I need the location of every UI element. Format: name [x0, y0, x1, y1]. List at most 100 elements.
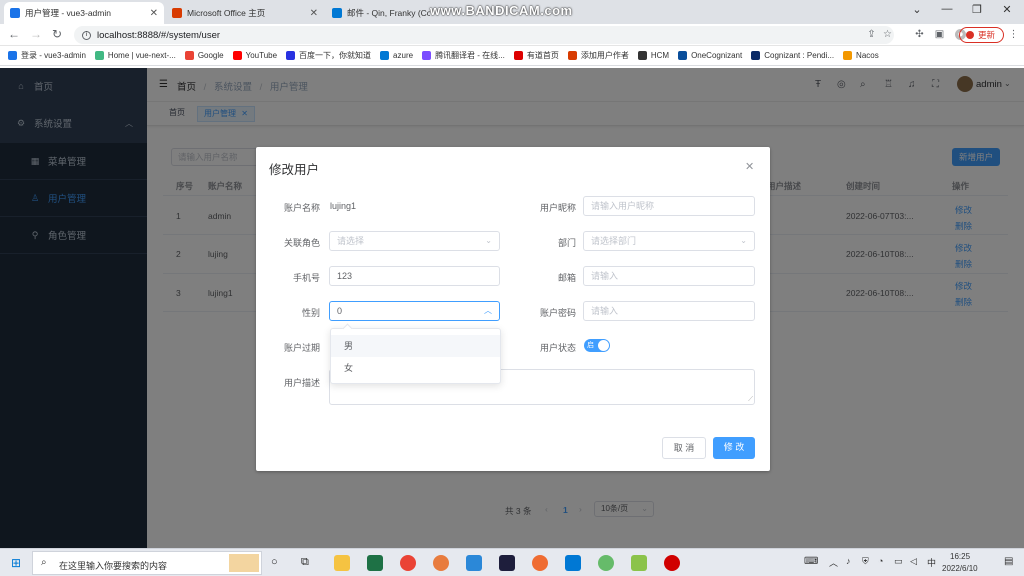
submit-button[interactable]: 修 改 [713, 437, 755, 459]
share-icon[interactable]: ⇪ [866, 29, 877, 40]
security-icon[interactable]: ⛨ [862, 556, 869, 567]
bookmark-star-icon[interactable]: ☆ [882, 29, 893, 40]
minimize-icon[interactable]: — [932, 3, 962, 15]
status-toggle[interactable]: 启 [584, 339, 610, 352]
tab-favicon-icon [172, 8, 182, 18]
update-button[interactable]: 更新 [958, 27, 1004, 43]
chrome-icon[interactable] [400, 555, 416, 571]
cancel-button[interactable]: 取 消 [662, 437, 706, 459]
password-label: 账户密码 [539, 308, 576, 318]
bookmark-favicon-icon [843, 51, 853, 60]
bookmark-item[interactable]: YouTube [232, 51, 278, 60]
microphone-icon[interactable]: ♪ [846, 556, 851, 566]
bookmark-label: YouTube [245, 51, 278, 60]
browser-tab-active[interactable]: 用户管理 - vue3-admin ✕ [4, 2, 164, 24]
vscode-icon[interactable] [565, 555, 581, 571]
search-highlight-image [229, 554, 259, 572]
search-icon: ⌕ [41, 557, 47, 568]
keyboard-icon[interactable]: ⌨ [804, 556, 818, 567]
bookmark-item[interactable]: Google [184, 51, 224, 60]
bookmark-item[interactable]: Nacos [843, 51, 879, 60]
bookmark-item[interactable]: 百度一下，你就知道 [286, 50, 371, 61]
battery-icon[interactable]: ▭ [894, 556, 903, 567]
phone-label: 手机号 [292, 273, 320, 283]
gender-label: 性别 [301, 308, 320, 318]
bookmark-item[interactable]: Cognizant : Pendi... [751, 51, 834, 60]
url-field[interactable]: i localhost:8888/#/system/user [74, 26, 894, 44]
record-icon[interactable] [664, 555, 680, 571]
phone-field[interactable]: 123 [329, 266, 500, 286]
bookmark-item[interactable]: HCM [637, 51, 669, 60]
extensions-icon[interactable]: ✣ [914, 29, 925, 40]
dialog-title: 修改用户 [269, 163, 320, 177]
app-icon[interactable] [631, 555, 647, 571]
resize-handle-icon[interactable]: ⟋ [748, 396, 753, 404]
volume-icon[interactable]: ◁ [910, 556, 917, 567]
gender-option-male[interactable]: 男 [331, 335, 500, 357]
bookmark-label: Nacos [856, 51, 879, 60]
nickname-label: 用户昵称 [539, 203, 576, 213]
option-label: 女 [344, 363, 354, 373]
expire-label: 账户过期 [283, 343, 320, 353]
reload-icon[interactable]: ↻ [52, 27, 62, 41]
bookmark-item[interactable]: OneCognizant [678, 51, 742, 60]
app-icon[interactable] [598, 555, 614, 571]
postman-icon[interactable] [532, 555, 548, 571]
close-icon[interactable]: ✕ [310, 8, 318, 19]
close-icon[interactable]: ✕ [150, 8, 158, 19]
url-text: localhost:8888/#/system/user [97, 29, 221, 41]
notification-icon[interactable]: ▤ [1004, 556, 1013, 567]
toggle-knob [598, 340, 609, 351]
dept-placeholder: 请选择部门 [591, 236, 637, 246]
phone-value: 123 [337, 271, 353, 281]
ime-icon[interactable]: 中 [927, 556, 936, 569]
app-icon[interactable] [433, 555, 449, 571]
bookmark-item[interactable]: 添加用户作者 [567, 50, 629, 61]
app-icon[interactable] [466, 555, 482, 571]
recording-watermark: www.BANDICAM.com [430, 3, 573, 18]
browser-tab[interactable]: 邮件 - Qin, Franky (Co [326, 2, 436, 24]
cortana-icon[interactable]: ○ [271, 556, 278, 568]
taskbar-search-input[interactable]: ⌕ 在这里输入你要搜索的内容 [32, 551, 262, 575]
bookmark-favicon-icon [184, 51, 194, 60]
clock-date[interactable]: 2022/6/10 [942, 564, 978, 573]
forward-icon[interactable]: → [30, 27, 42, 41]
windows-start-icon[interactable]: ⊞ [11, 556, 21, 570]
file-explorer-icon[interactable] [334, 555, 350, 571]
excel-icon[interactable] [367, 555, 383, 571]
bookmark-favicon-icon [751, 51, 761, 60]
sidepanel-icon[interactable]: ▣ [934, 29, 945, 40]
taskbar-search-placeholder: 在这里输入你要搜索的内容 [59, 561, 168, 571]
bookmark-item[interactable]: 有道首页 [513, 50, 559, 61]
close-icon[interactable]: ✕ [745, 160, 754, 173]
bookmark-item[interactable]: 腾讯翻译君 - 在线... [422, 50, 505, 61]
gender-select[interactable]: 0 ︿ [329, 301, 500, 321]
windows-taskbar: ⊞ ⌕ 在这里输入你要搜索的内容 ○ ⧉ ⌨ ︿ ♪ ⛨ ◔ ▭ ◁ 中 16:… [0, 548, 1024, 576]
bookmark-label: 有道首页 [526, 51, 559, 60]
email-field[interactable]: 请输入 [583, 266, 755, 286]
site-info-icon[interactable]: i [82, 30, 91, 40]
tab-search-icon[interactable]: ⌄ [902, 3, 932, 16]
menu-dots-icon[interactable]: ⋮ [1008, 29, 1019, 40]
back-icon[interactable]: ← [8, 27, 20, 41]
nickname-field[interactable]: 请输入用户昵称 [583, 196, 755, 216]
dept-label: 部门 [557, 238, 576, 248]
password-field[interactable]: 请输入 [583, 301, 755, 321]
bookmark-item[interactable]: Home | vue-next-... [94, 51, 176, 60]
edit-user-dialog: 修改用户 ✕ 账户名称 lujing1 用户昵称 请输入用户昵称 关联角色 请选… [256, 147, 770, 471]
clock-time[interactable]: 16:25 [950, 552, 970, 561]
dept-select[interactable]: 请选择部门 ⌄ [583, 231, 755, 251]
ide-icon[interactable] [499, 555, 515, 571]
role-select[interactable]: 请选择 ⌄ [329, 231, 500, 251]
gender-option-female[interactable]: 女 [331, 357, 500, 379]
maximize-icon[interactable]: ❐ [962, 3, 992, 16]
window-close-icon[interactable]: ✕ [992, 3, 1022, 16]
bookmark-item[interactable]: 登录 - vue3-admin [8, 50, 86, 61]
browser-tab-bar: 用户管理 - vue3-admin ✕ Microsoft Office 主页 … [0, 0, 1024, 24]
status-label: 用户状态 [539, 343, 576, 353]
browser-tab[interactable]: Microsoft Office 主页 ✕ [166, 2, 324, 24]
task-view-icon[interactable]: ⧉ [301, 556, 309, 569]
wifi-icon[interactable]: ◔ [878, 556, 883, 566]
chevron-up-icon[interactable]: ︿ [829, 556, 838, 569]
bookmark-item[interactable]: azure [380, 51, 413, 60]
